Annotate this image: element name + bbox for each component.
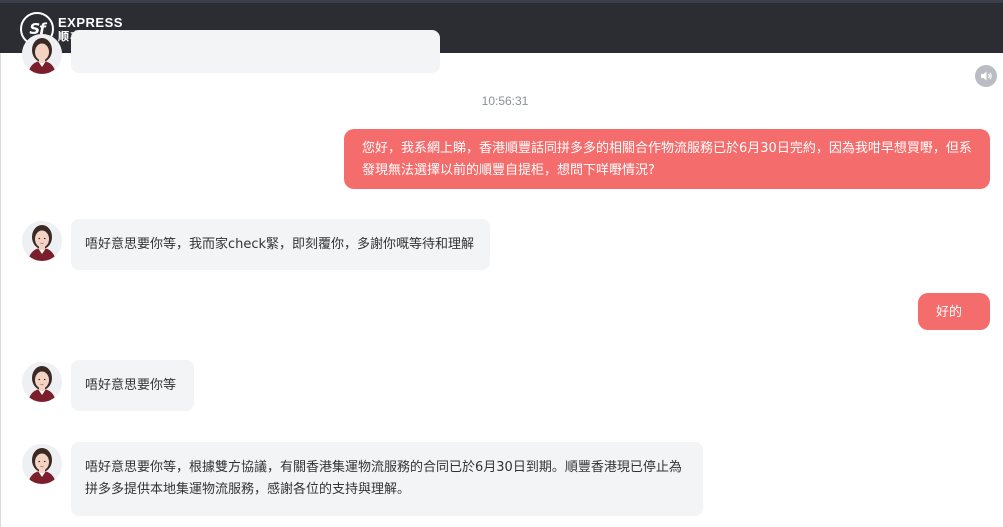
agent-avatar-icon [22,444,62,484]
agent-avatar [22,362,62,402]
agent-avatar-icon [22,221,62,261]
chat-bubble-agent: 唔好意思要你等，我而家check緊，即刻覆你，多謝你嘅等待和理解 [71,219,490,270]
agent-avatar [22,221,62,261]
agent-avatar [22,34,62,74]
message-timestamp: 10:56:31 [481,94,529,108]
panel-edge [0,53,1,527]
chat-bubble-user: 您好，我系網上睇，香港順豐話同拼多多的相關合作物流服務已於6月30日完約，因為我… [344,129,990,189]
chat-bubble-user: 好的 [918,293,990,330]
chat-bubble-agent: 唔好意思要你等，根據雙方協議，有關香港集運物流服務的合同已於6月30日到期。順豐… [71,442,703,516]
chat-bubble-agent-prev [71,30,440,73]
agent-avatar [22,444,62,484]
speaker-toggle-button[interactable] [975,65,997,87]
agent-avatar-icon [22,362,62,402]
speaker-muted-icon [981,71,992,81]
chat-window: Sf EXPRESS 顺丰速运 10:56:31 您好，我系網上睇，香港順豐話同 [0,0,1003,527]
logo-english: EXPRESS [58,15,123,30]
agent-avatar-icon [22,34,62,74]
chat-bubble-agent: 唔好意思要你等 [71,360,194,411]
